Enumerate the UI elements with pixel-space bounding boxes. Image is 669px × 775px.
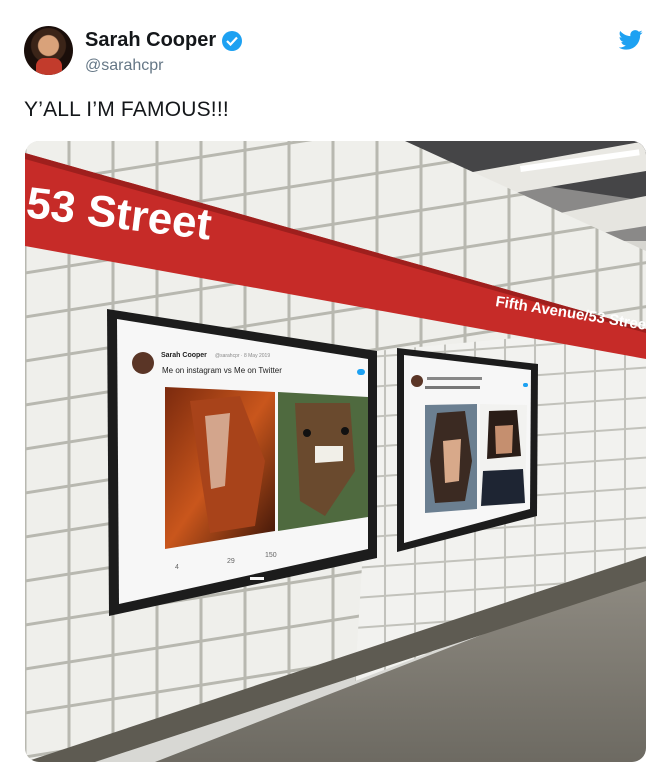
- author-name-row: Sarah Cooper: [85, 29, 243, 52]
- author-display-name[interactable]: Sarah Cooper: [85, 29, 216, 52]
- twitter-bird-icon[interactable]: [619, 30, 643, 50]
- poster-replies: 4: [175, 564, 179, 571]
- poster-handle-date: @sarahcpr · 8 May 2019: [215, 353, 270, 359]
- author-handle[interactable]: @sarahcpr: [85, 57, 164, 75]
- avatar[interactable]: [24, 26, 73, 75]
- poster-author: Sarah Cooper: [161, 352, 207, 359]
- poster-likes: 150: [265, 552, 277, 559]
- tweet-text: Y’ALL I’M FAMOUS!!!: [24, 98, 229, 121]
- subway-photo: 53 Street Fifth Avenue/53 Street Sarah C…: [25, 141, 646, 762]
- tweet-header: Sarah Cooper @sarahcpr: [24, 24, 645, 80]
- tweet-photo[interactable]: 53 Street Fifth Avenue/53 Street Sarah C…: [25, 141, 646, 762]
- poster-text: Me on instagram vs Me on Twitter: [162, 366, 282, 375]
- verified-badge-icon: [222, 30, 243, 51]
- poster-retweets: 29: [227, 558, 235, 565]
